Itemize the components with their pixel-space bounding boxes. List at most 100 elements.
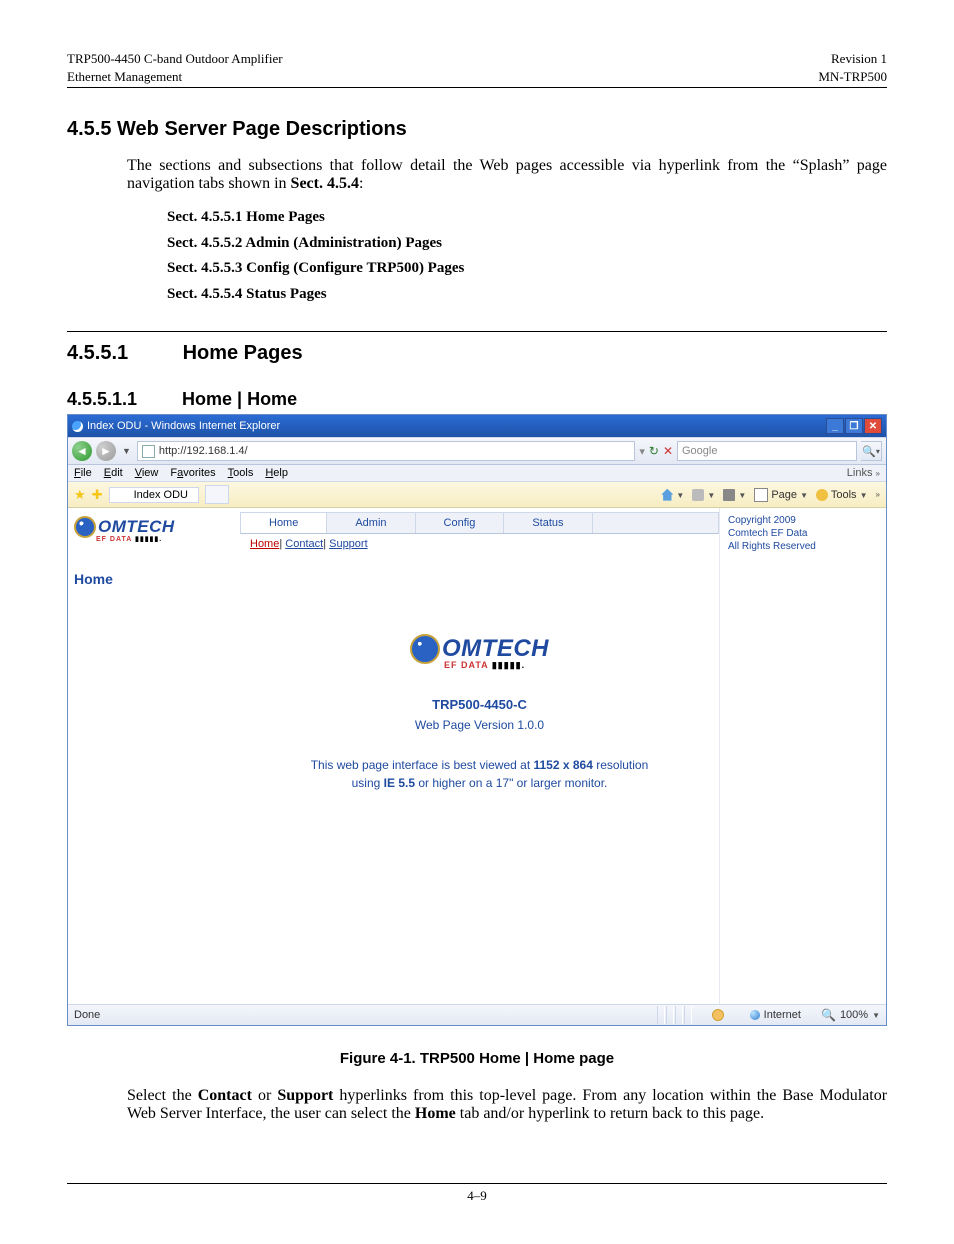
search-button[interactable]: 🔍▾ xyxy=(861,441,882,461)
figure-caption: Figure 4-1. TRP500 Home | Home page xyxy=(67,1050,887,1067)
subnav-home-link[interactable]: Home xyxy=(250,538,279,550)
heading-number: 4.5.5.1.1 xyxy=(67,389,177,410)
status-bar: Done Internet 🔍 100% ▼ xyxy=(68,1004,886,1025)
left-column: OMTECH EF DATA ▮▮▮▮▮. Home xyxy=(68,508,240,1004)
print-icon xyxy=(723,489,735,501)
heading-number: 4.5.5.1 xyxy=(67,342,177,365)
divider xyxy=(67,331,887,332)
feed-icon xyxy=(692,489,704,501)
copyright-line2: Comtech EF Data xyxy=(728,527,878,540)
nav-forward-button[interactable]: ► xyxy=(96,441,116,461)
tools-menu[interactable]: Tools ▼ xyxy=(816,489,868,501)
doc-title-line1: TRP500-4450 C-band Outdoor Amplifier xyxy=(67,50,283,68)
doc-docnum: MN-TRP500 xyxy=(818,68,887,86)
address-value: http://192.168.1.4/ xyxy=(159,445,248,457)
magnifier-icon: 🔍 xyxy=(821,1008,836,1022)
security-zone[interactable]: Internet xyxy=(744,1009,807,1021)
zoom-control[interactable]: 🔍 100% ▼ xyxy=(821,1008,880,1022)
tab-status[interactable]: Status xyxy=(504,513,592,533)
feeds-button[interactable]: ▼ xyxy=(692,489,715,501)
toc-item-3: Sect. 4.5.5.3 Config (Configure TRP500) … xyxy=(167,256,887,282)
address-input[interactable]: http://192.168.1.4/ xyxy=(137,441,635,461)
search-placeholder: Google xyxy=(682,445,717,457)
subnav-support-link[interactable]: Support xyxy=(329,538,368,550)
window-title: Index ODU - Windows Internet Explorer xyxy=(87,420,280,432)
menu-view[interactable]: View xyxy=(135,467,159,479)
doc-revision: Revision 1 xyxy=(818,50,887,68)
separator: | xyxy=(279,538,282,550)
address-bar: ◄ ► ▼ http://192.168.1.4/ ▾ ↻ ✕ Google 🔍… xyxy=(68,437,886,465)
window-restore-button[interactable]: ❐ xyxy=(845,418,863,434)
status-separator xyxy=(657,1006,692,1024)
toc-item-1: Sect. 4.5.5.1 Home Pages xyxy=(167,205,887,231)
address-dropdown[interactable]: ▾ xyxy=(639,445,645,458)
menu-tools[interactable]: Tools xyxy=(228,467,254,479)
home-icon xyxy=(661,489,673,501)
heading-title: Home Pages xyxy=(183,342,303,364)
closing-paragraph: Select the Contact or Support hyperlinks… xyxy=(127,1087,887,1123)
zoom-dropdown-icon: ▼ xyxy=(872,1011,880,1020)
main-column: Home Admin Config Status Home| Contact| … xyxy=(240,508,719,1004)
sub-nav: Home| Contact| Support xyxy=(240,534,719,554)
browser-tab[interactable]: Index ODU xyxy=(109,487,199,503)
menu-edit[interactable]: Edit xyxy=(104,467,123,479)
globe-icon xyxy=(74,516,96,538)
window-close-button[interactable]: ✕ xyxy=(864,418,882,434)
status-text: Done xyxy=(74,1009,100,1021)
subnav-contact-link[interactable]: Contact xyxy=(285,538,323,550)
internet-zone-icon xyxy=(750,1010,760,1020)
tab-bar: ★ ✚ Index ODU ▼ ▼ ▼ Page ▼ Tools ▼ » xyxy=(68,482,886,508)
model-number: TRP500-4450-C xyxy=(432,697,527,712)
intro-paragraph: The sections and subsections that follow… xyxy=(127,157,887,193)
page-menu[interactable]: Page ▼ xyxy=(754,488,808,502)
nav-history-dropdown[interactable]: ▼ xyxy=(120,446,133,456)
right-column: Copyright 2009 Comtech EF Data All Right… xyxy=(719,508,886,1004)
menu-help[interactable]: Help xyxy=(265,467,288,479)
favorites-star-icon[interactable]: ★ xyxy=(74,487,86,503)
tab-config[interactable]: Config xyxy=(416,513,505,533)
logo-subtext: EF DATA xyxy=(444,660,488,670)
browser-requirements-note: This web page interface is best viewed a… xyxy=(311,756,649,792)
new-tab-button[interactable] xyxy=(205,485,229,504)
center-logo: OMTECH EF DATA ▮▮▮▮▮. xyxy=(410,634,549,671)
heading-4-5-5-1-1: 4.5.5.1.1 Home | Home xyxy=(67,389,887,410)
toc-item-2: Sect. 4.5.5.2 Admin (Administration) Pag… xyxy=(167,231,887,257)
nav-back-button[interactable]: ◄ xyxy=(72,441,92,461)
print-button[interactable]: ▼ xyxy=(723,489,746,501)
zoom-value: 100% xyxy=(840,1009,868,1021)
tab-admin[interactable]: Admin xyxy=(327,513,415,533)
menu-file[interactable]: File xyxy=(74,467,92,479)
toolbar-overflow[interactable]: » xyxy=(876,490,880,499)
web-version: Web Page Version 1.0.0 xyxy=(415,718,544,732)
add-favorites-icon[interactable]: ✚ xyxy=(92,487,103,503)
left-panel-title: Home xyxy=(68,543,240,587)
menu-bar: File Edit View Favorites Tools Help Link… xyxy=(68,465,886,482)
browser-window: Index ODU - Windows Internet Explorer _ … xyxy=(67,414,887,1026)
ie-icon xyxy=(72,421,83,432)
brand-logo: OMTECH EF DATA ▮▮▮▮▮. xyxy=(68,516,240,543)
refresh-button[interactable]: ↻ xyxy=(649,444,659,458)
page-icon xyxy=(142,445,155,458)
tab-home[interactable]: Home xyxy=(241,513,327,533)
globe-icon xyxy=(410,634,440,664)
toc-list: Sect. 4.5.5.1 Home Pages Sect. 4.5.5.2 A… xyxy=(167,205,887,307)
separator: | xyxy=(323,538,326,550)
window-minimize-button[interactable]: _ xyxy=(826,418,844,434)
page-footer: 4–9 xyxy=(67,1183,887,1204)
center-content: OMTECH EF DATA ▮▮▮▮▮. TRP500-4450-C Web … xyxy=(240,594,719,1004)
search-input[interactable]: Google xyxy=(677,441,857,461)
intro-sect-ref: Sect. 4.5.4 xyxy=(291,175,359,192)
menu-favorites[interactable]: Favorites xyxy=(170,467,215,479)
stop-button[interactable]: ✕ xyxy=(663,444,673,458)
titlebar: Index ODU - Windows Internet Explorer _ … xyxy=(68,415,886,437)
doc-header: TRP500-4450 C-band Outdoor Amplifier Eth… xyxy=(67,50,887,88)
heading-title: Home | Home xyxy=(182,389,297,409)
links-toolbar[interactable]: Links » xyxy=(847,467,880,479)
protected-mode-indicator[interactable] xyxy=(706,1009,730,1021)
logo-subtext: EF DATA xyxy=(96,536,132,543)
tools-icon xyxy=(816,489,828,501)
logo-text: OMTECH xyxy=(442,635,549,663)
copyright-line3: All Rights Reserved xyxy=(728,540,878,553)
doc-title-line2: Ethernet Management xyxy=(67,68,283,86)
home-button[interactable]: ▼ xyxy=(661,489,684,501)
